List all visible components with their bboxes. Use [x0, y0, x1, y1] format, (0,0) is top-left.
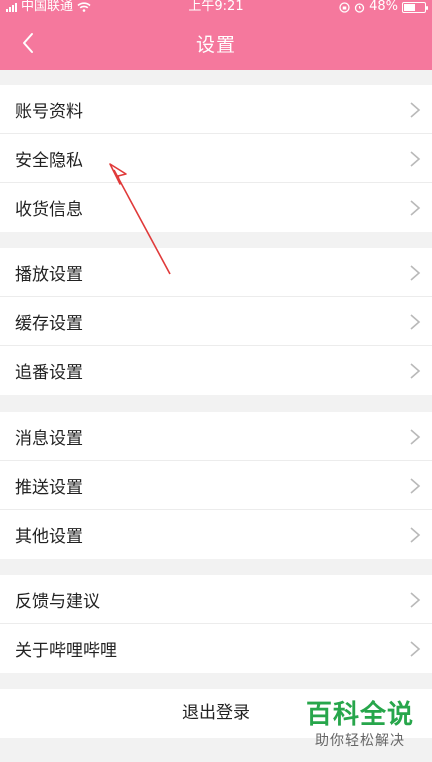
chevron-right-icon [410, 151, 421, 167]
status-bar: 中国联通 上午9:21 48% [0, 0, 432, 16]
chevron-right-icon [410, 527, 421, 543]
chevron-right-icon [410, 478, 421, 494]
chevron-right-icon [410, 363, 421, 379]
settings-item-label: 收货信息 [15, 200, 83, 220]
settings-item-push[interactable]: 推送设置 [0, 461, 432, 510]
top-bar: 中国联通 上午9:21 48% 设置 [0, 0, 432, 70]
settings-item-label: 播放设置 [15, 265, 83, 285]
page-title: 设置 [195, 34, 236, 56]
nav-bar: 设置 [0, 18, 432, 70]
chevron-right-icon [410, 641, 421, 657]
settings-item-label: 安全隐私 [15, 151, 83, 171]
chevron-right-icon [410, 265, 421, 281]
settings-item-label: 其他设置 [15, 527, 83, 547]
settings-item-label: 账号资料 [15, 102, 83, 122]
settings-item-messages[interactable]: 消息设置 [0, 412, 432, 461]
settings-item-label: 推送设置 [15, 478, 83, 498]
watermark-title: 百科全说 [305, 700, 414, 730]
settings-item-label: 反馈与建议 [15, 592, 100, 612]
battery-percent: 48% [369, 0, 398, 14]
chevron-right-icon [410, 429, 421, 445]
settings-item-account-info[interactable]: 账号资料 [0, 85, 432, 134]
watermark-subtitle: 助你轻松解决 [315, 733, 405, 749]
settings-group-account: 账号资料 安全隐私 收货信息 [0, 85, 432, 232]
settings-item-label: 消息设置 [15, 429, 83, 449]
settings-item-label: 关于哔哩哔哩 [15, 641, 117, 661]
chevron-right-icon [410, 102, 421, 118]
settings-item-about[interactable]: 关于哔哩哔哩 [0, 624, 432, 673]
settings-item-other[interactable]: 其他设置 [0, 510, 432, 559]
settings-group-playback: 播放设置 缓存设置 追番设置 [0, 248, 432, 395]
battery-icon [402, 1, 428, 13]
chevron-right-icon [410, 592, 421, 608]
settings-item-label: 缓存设置 [15, 314, 83, 334]
orientation-lock-icon [339, 1, 350, 13]
chevron-right-icon [410, 200, 421, 216]
settings-group-about: 反馈与建议 关于哔哩哔哩 [0, 575, 432, 673]
settings-item-shipping-info[interactable]: 收货信息 [0, 183, 432, 232]
settings-item-cache[interactable]: 缓存设置 [0, 297, 432, 346]
alarm-icon [354, 2, 365, 13]
settings-item-security-privacy[interactable]: 安全隐私 [0, 134, 432, 183]
watermark: 百科全说 助你轻松解决 [302, 700, 418, 750]
chevron-right-icon [410, 314, 421, 330]
settings-group-notifications: 消息设置 推送设置 其他设置 [0, 412, 432, 559]
settings-item-label: 追番设置 [15, 363, 83, 383]
settings-item-playback[interactable]: 播放设置 [0, 248, 432, 297]
settings-item-feedback[interactable]: 反馈与建议 [0, 575, 432, 624]
settings-item-following-shows[interactable]: 追番设置 [0, 346, 432, 395]
